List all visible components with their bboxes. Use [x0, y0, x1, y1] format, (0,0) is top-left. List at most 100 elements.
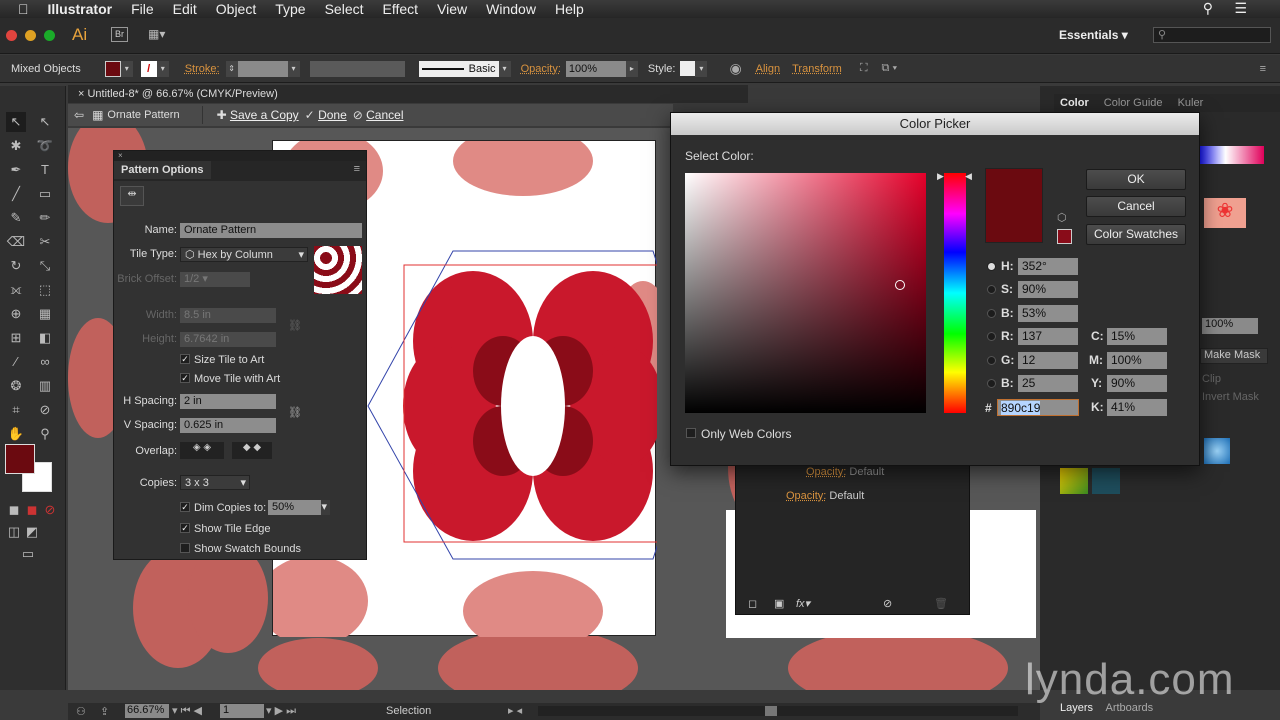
opacity-label[interactable]: Opacity:: [521, 63, 561, 75]
cyan-input[interactable]: 15%: [1107, 328, 1167, 345]
size-tile-checkbox[interactable]: ✓: [180, 354, 190, 364]
menu-view[interactable]: View: [437, 1, 467, 17]
panel-menu-icon[interactable]: ≡: [354, 163, 360, 175]
recolor-artwork-icon[interactable]: ◉: [729, 60, 741, 77]
menu-app[interactable]: Illustrator: [48, 1, 113, 17]
gradient-tool-icon[interactable]: ◧: [35, 328, 55, 348]
out-of-gamut-icon[interactable]: ⬡: [1057, 211, 1067, 224]
style-dropdown[interactable]: ▾: [695, 60, 708, 77]
graphic-style-swatch[interactable]: [680, 61, 696, 76]
line-tool-icon[interactable]: ╱: [6, 184, 26, 204]
panel-menu-icon[interactable]: ≡: [1260, 63, 1266, 75]
export-icon[interactable]: ⇪: [100, 705, 109, 718]
transparency-opacity-field[interactable]: 100%: [1202, 318, 1258, 334]
save-copy-button[interactable]: ✚ Save a Copy: [217, 108, 305, 122]
green-radio[interactable]: [987, 356, 996, 365]
isolate-icon[interactable]: ⛶: [860, 62, 868, 75]
rectangle-tool-icon[interactable]: ▭: [35, 184, 55, 204]
saturation-input[interactable]: 90%: [1018, 281, 1078, 298]
eyedropper-icon[interactable]: ⁄: [6, 352, 26, 372]
color-swatches-button[interactable]: Color Swatches: [1086, 224, 1186, 245]
color-selector-ring[interactable]: [895, 280, 905, 290]
color-spectrum[interactable]: [1200, 146, 1264, 164]
pattern-tile-tool-button[interactable]: ⇹: [120, 186, 144, 206]
menu-edit[interactable]: Edit: [173, 1, 197, 17]
scissors-icon[interactable]: ✂: [35, 232, 55, 252]
saturation-brightness-field[interactable]: [685, 173, 926, 413]
swatch-blue[interactable]: [1204, 438, 1230, 464]
dim-copies-select[interactable]: 50% ▾: [268, 500, 330, 515]
black-input[interactable]: 41%: [1107, 399, 1167, 416]
fx-icon[interactable]: fx▾: [796, 597, 810, 610]
blue-radio[interactable]: [987, 379, 996, 388]
fill-dropdown[interactable]: ▾: [120, 60, 133, 77]
apple-icon[interactable]: : [18, 1, 29, 17]
color-mode-icon[interactable]: ◼: [4, 500, 24, 520]
screen-mode-icon[interactable]: ▭: [18, 544, 38, 564]
gamut-color-swatch[interactable]: [1057, 229, 1072, 244]
blend-tool-icon[interactable]: ∞: [35, 352, 55, 372]
hand-tool-icon[interactable]: ✋: [6, 424, 26, 444]
selection-tool-icon[interactable]: ↖: [6, 112, 26, 132]
symbol-sprayer-icon[interactable]: ❂: [6, 376, 26, 396]
document-tab[interactable]: × Untitled-8* @ 66.67% (CMYK/Preview): [68, 85, 748, 103]
scale-tool-icon[interactable]: ⤡: [35, 256, 55, 276]
pencil-icon[interactable]: ✏: [35, 208, 55, 228]
artboard-nav-icon[interactable]: ⚇: [76, 705, 86, 718]
panel-tab-pattern-options[interactable]: Pattern Options: [114, 161, 211, 179]
hue-slider-left-arrow[interactable]: ▶: [937, 171, 944, 182]
type-tool-icon[interactable]: T: [35, 160, 55, 180]
clear-appearance-icon[interactable]: ⊘: [883, 597, 892, 610]
hue-slider-right-arrow[interactable]: ◀: [965, 171, 972, 182]
stroke-weight-field[interactable]: [237, 60, 288, 77]
slice-tool-icon[interactable]: ⊘: [35, 400, 55, 420]
overlap-horizontal-buttons[interactable]: ◈ ◈: [180, 442, 224, 459]
fill-swatch[interactable]: [104, 60, 121, 77]
status-menu-arrow[interactable]: ▸ ◂: [508, 704, 522, 717]
menu-select[interactable]: Select: [325, 1, 364, 17]
stroke-dropdown[interactable]: ▾: [156, 60, 169, 77]
stroke-label[interactable]: Stroke:: [185, 63, 220, 75]
lasso-icon[interactable]: ➰: [35, 136, 55, 156]
brightness-radio[interactable]: [987, 309, 996, 318]
add-stroke-icon[interactable]: ◻: [748, 597, 757, 610]
arrange-documents-icon[interactable]: ▦▾: [148, 27, 165, 41]
menu-object[interactable]: Object: [216, 1, 256, 17]
rotate-tool-icon[interactable]: ↻: [6, 256, 26, 276]
hue-input[interactable]: 352°: [1018, 258, 1078, 275]
tile-type-select[interactable]: ⬡ Hex by Column ▾: [180, 247, 308, 262]
menu-type[interactable]: Type: [275, 1, 305, 17]
zoom-dropdown[interactable]: ▾ ⏮ ◀: [172, 704, 202, 718]
workspace-switcher[interactable]: Essentials ▾: [1059, 28, 1128, 42]
ok-button[interactable]: OK: [1086, 169, 1186, 190]
show-swatch-bounds-checkbox[interactable]: [180, 543, 190, 553]
pen-tool-icon[interactable]: ✒: [6, 160, 26, 180]
tab-kuler[interactable]: Kuler: [1172, 97, 1210, 109]
menu-file[interactable]: File: [131, 1, 154, 17]
opacity-link[interactable]: Opacity:: [806, 466, 846, 478]
width-tool-icon[interactable]: ⟗: [6, 280, 26, 300]
only-web-colors-checkbox[interactable]: [686, 428, 696, 438]
opacity-link[interactable]: Opacity:: [786, 490, 826, 502]
opacity-arrow[interactable]: ▸: [625, 60, 638, 77]
show-tile-edge-checkbox[interactable]: ✓: [180, 523, 190, 533]
menu-help[interactable]: Help: [555, 1, 584, 17]
brick-offset-select[interactable]: 1/2 ▾: [180, 272, 250, 287]
transform-link[interactable]: Transform: [792, 63, 842, 75]
invert-mask-label[interactable]: Invert Mask: [1202, 391, 1259, 403]
select-similar-icon[interactable]: ⧉ ▾: [882, 62, 898, 75]
bridge-button[interactable]: Br: [111, 27, 128, 42]
panel-close-icon[interactable]: ×: [114, 151, 366, 161]
width-input[interactable]: 8.5 in: [180, 308, 276, 323]
menu-effect[interactable]: Effect: [383, 1, 419, 17]
tab-color[interactable]: Color: [1054, 97, 1095, 109]
v-spacing-input[interactable]: 0.625 in: [180, 418, 276, 433]
swatch-teal[interactable]: [1092, 468, 1120, 494]
magenta-input[interactable]: 100%: [1107, 352, 1167, 369]
draw-behind-icon[interactable]: ◩: [22, 522, 42, 542]
none-mode-icon[interactable]: ⊘: [40, 500, 60, 520]
overlap-vertical-buttons[interactable]: ◆ ◆: [232, 442, 272, 459]
red-radio[interactable]: [987, 332, 996, 341]
menu-window[interactable]: Window: [486, 1, 536, 17]
saturation-radio[interactable]: [987, 285, 996, 294]
